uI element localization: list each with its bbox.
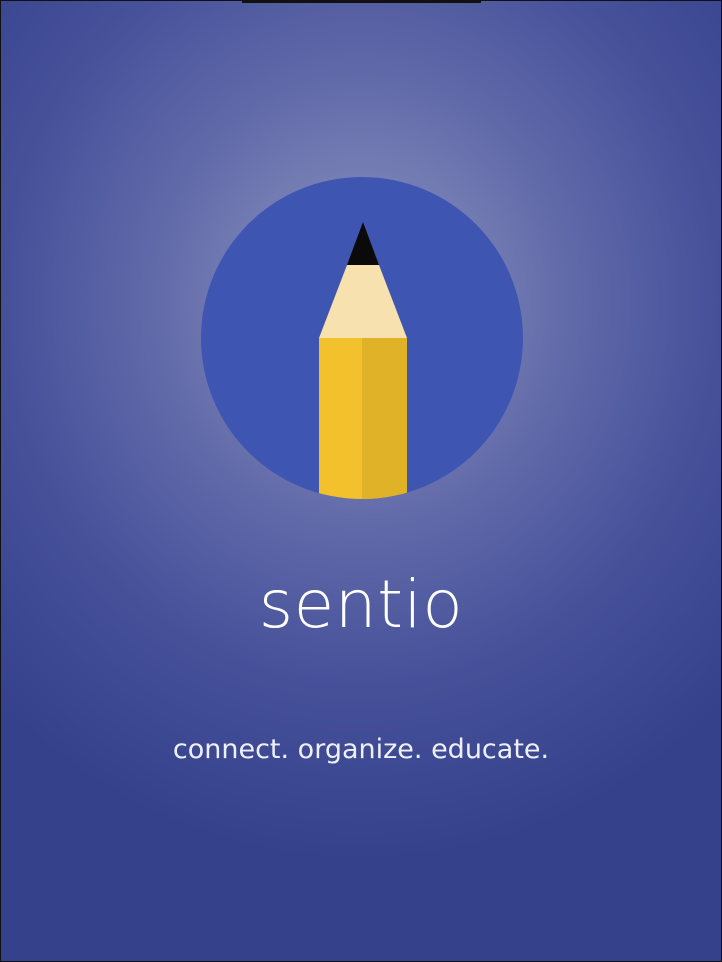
top-bezel-notch — [242, 1, 481, 3]
app-tagline: connect. organize. educate. — [172, 734, 550, 765]
app-name: sentio — [258, 566, 464, 643]
pencil-body-shade — [362, 338, 407, 499]
splash-screen: sentio connect. organize. educate. — [0, 0, 722, 962]
app-logo — [201, 177, 523, 499]
